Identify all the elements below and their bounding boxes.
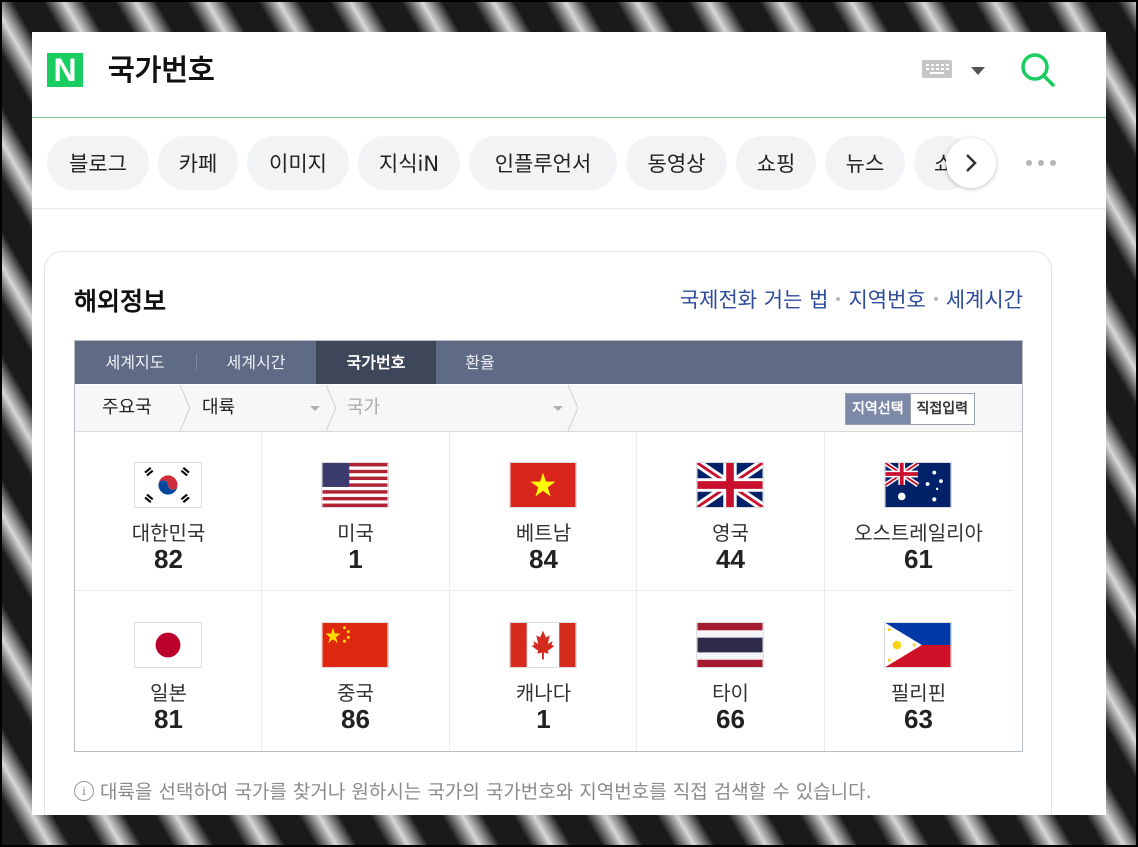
country-name: 영국	[712, 521, 749, 545]
country-name: 오스트레일리아	[854, 521, 983, 545]
country-name: 중국	[337, 681, 374, 705]
country-cell-australia[interactable]: 오스트레일리아 61	[825, 432, 1012, 591]
country-cell-uk[interactable]: 영국 44	[637, 432, 824, 591]
country-name: 미국	[337, 521, 374, 545]
major-countries-option[interactable]: 주요국	[102, 385, 152, 431]
country-code: 82	[154, 544, 183, 574]
country-code-widget: 세계지도 세계시간 국가번호 환율 주요국 대륙 국가 지역선택 직접입력 대한…	[74, 340, 1023, 752]
tab-images[interactable]: 이미지	[247, 136, 349, 190]
chevron-down-icon	[310, 406, 320, 411]
continent-select-label: 대륙	[202, 397, 236, 418]
tab-shopping[interactable]: 쇼핑	[736, 136, 816, 190]
info-icon: i	[74, 780, 94, 801]
country-code: 86	[341, 704, 370, 734]
country-name: 대한민국	[131, 521, 206, 545]
tab-world-map[interactable]: 세계지도	[75, 341, 195, 384]
search-tabs: 블로그 카페 이미지 지식iN 인플루언서 동영상 쇼핑 뉴스 쇼	[32, 118, 1106, 209]
tab-world-time[interactable]: 세계시간	[196, 341, 316, 384]
tab-exchange-rate[interactable]: 환율	[436, 341, 524, 384]
help-note: i 대륙을 선택하여 국가를 찾거나 원하시는 국가의 국가번호와 지역번호를 …	[74, 777, 872, 804]
flag-philippines-icon	[884, 622, 952, 668]
country-name: 일본	[150, 681, 187, 705]
country-code: 63	[904, 704, 933, 734]
breadcrumb-separator	[567, 385, 579, 431]
tab-influencer[interactable]: 인플루언서	[469, 136, 617, 190]
country-select-placeholder: 국가	[347, 397, 381, 418]
chevron-down-icon[interactable]	[971, 67, 985, 75]
widget-tabs: 세계지도 세계시간 국가번호 환율	[75, 341, 1022, 384]
separator-dot	[933, 297, 938, 301]
link-intl-call-guide[interactable]: 국제전화 거는 법	[680, 284, 829, 314]
continent-select[interactable]: 대륙	[202, 385, 322, 431]
keyboard-icon[interactable]	[922, 60, 952, 78]
tabs-next-button[interactable]	[946, 138, 996, 188]
country-cell-south-korea[interactable]: 대한민국 82	[75, 432, 262, 591]
flag-canada-icon	[509, 622, 577, 668]
flag-vietnam-icon	[509, 462, 577, 508]
country-select[interactable]: 국가	[347, 385, 557, 431]
help-note-text: 대륙을 선택하여 국가를 찾거나 원하시는 국가의 국가번호와 지역번호를 직접…	[100, 781, 872, 803]
tab-video[interactable]: 동영상	[626, 136, 727, 190]
flag-china-icon	[321, 622, 389, 668]
tab-news[interactable]: 뉴스	[825, 136, 905, 190]
country-cell-usa[interactable]: 미국 1	[262, 432, 449, 591]
flag-japan-icon	[134, 622, 202, 668]
tab-country-code[interactable]: 국가번호	[316, 341, 436, 384]
search-header: N 국가번호	[32, 32, 1106, 118]
country-code: 66	[716, 704, 745, 734]
tab-cafe[interactable]: 카페	[158, 136, 238, 190]
country-code: 84	[529, 544, 558, 574]
region-selector: 주요국 대륙 국가 지역선택 직접입력	[75, 385, 1022, 432]
tab-blog[interactable]: 블로그	[47, 136, 149, 190]
link-area-code[interactable]: 지역번호	[848, 284, 925, 314]
country-cell-vietnam[interactable]: 베트남 84	[450, 432, 637, 591]
more-icon[interactable]	[1026, 158, 1058, 168]
card-links: 국제전화 거는 법 지역번호 세계시간	[680, 284, 1023, 314]
flag-thailand-icon	[696, 622, 764, 668]
country-name: 베트남	[515, 521, 572, 545]
card-title: 해외정보	[74, 287, 167, 316]
country-name: 캐나다	[515, 681, 572, 705]
region-select-button[interactable]: 지역선택	[846, 394, 911, 424]
country-code: 61	[904, 544, 933, 574]
link-world-time[interactable]: 세계시간	[946, 284, 1023, 314]
chevron-right-icon	[966, 154, 977, 172]
country-cell-japan[interactable]: 일본 81	[75, 592, 262, 751]
country-code: 81	[154, 704, 183, 734]
chevron-down-icon	[553, 406, 563, 411]
input-mode-toggle: 지역선택 직접입력	[845, 393, 976, 425]
tab-knowledge-in[interactable]: 지식iN	[358, 136, 460, 190]
breadcrumb-separator	[325, 385, 337, 431]
country-cell-china[interactable]: 중국 86	[262, 592, 449, 751]
search-query[interactable]: 국가번호	[108, 50, 215, 90]
country-name: 타이	[712, 681, 749, 705]
breadcrumb-separator	[179, 385, 191, 431]
flag-usa-icon	[321, 462, 389, 508]
search-icon[interactable]	[1018, 50, 1058, 90]
country-name: 필리핀	[890, 681, 947, 705]
country-cell-philippines[interactable]: 필리핀 63	[825, 592, 1012, 751]
country-code: 44	[716, 544, 745, 574]
country-code: 1	[348, 544, 363, 574]
flag-south-korea-icon	[134, 462, 202, 508]
country-code: 1	[536, 704, 551, 734]
flag-australia-icon	[884, 462, 952, 508]
separator-dot	[836, 297, 841, 301]
country-cell-thailand[interactable]: 타이 66	[637, 592, 824, 751]
naver-logo[interactable]: N	[47, 53, 83, 87]
search-page: N 국가번호 블로그 카페 이미지 지식iN 인플루언서 동영상 쇼핑 뉴스 쇼…	[32, 32, 1106, 815]
country-cell-canada[interactable]: 캐나다 1	[450, 592, 637, 751]
flag-uk-icon	[696, 462, 764, 508]
direct-input-button[interactable]: 직접입력	[910, 394, 975, 424]
